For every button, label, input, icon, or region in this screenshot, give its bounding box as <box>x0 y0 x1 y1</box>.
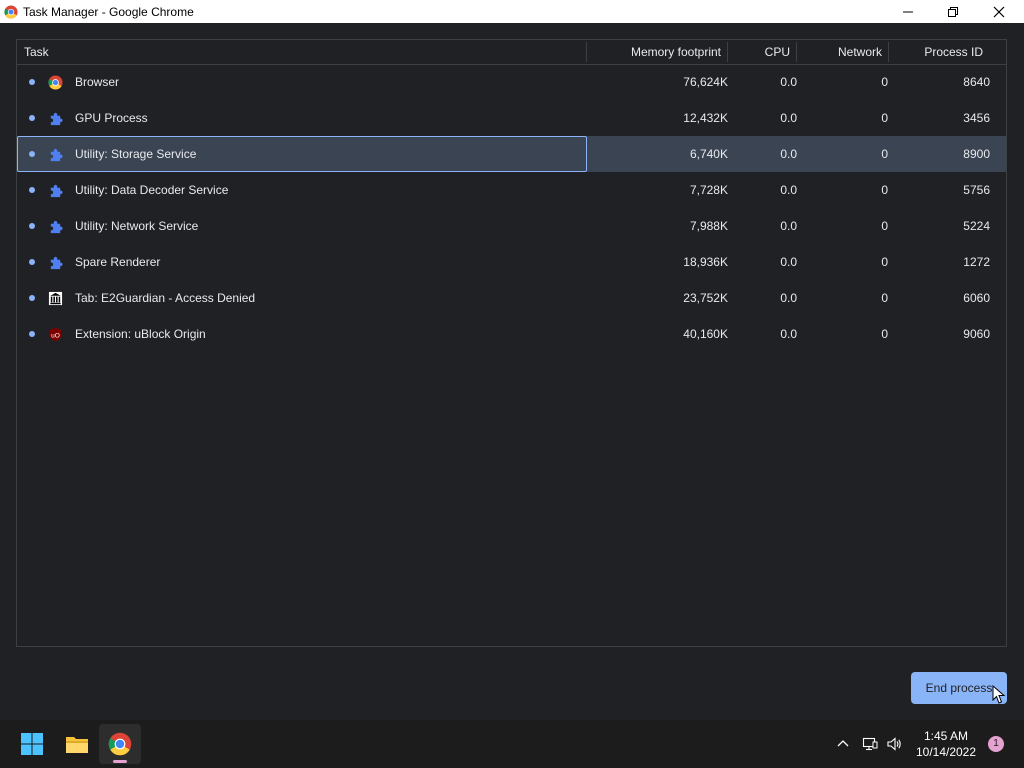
process-dot-icon <box>29 187 35 193</box>
process-dot-icon <box>29 151 35 157</box>
chevron-up-icon[interactable] <box>835 736 851 752</box>
task-name: GPU Process <box>75 111 148 125</box>
network-usage: 0 <box>881 147 888 161</box>
memory-footprint: 40,160K <box>683 327 728 341</box>
minimize-button[interactable] <box>885 0 931 23</box>
volume-icon[interactable] <box>886 736 902 752</box>
column-header-cpu[interactable]: CPU <box>728 40 790 64</box>
task-name: Extension: uBlock Origin <box>75 327 206 341</box>
restore-icon <box>948 6 958 17</box>
task-name: Utility: Data Decoder Service <box>75 183 229 197</box>
puzzle-icon <box>48 255 63 270</box>
process-id: 8900 <box>963 147 990 161</box>
chrome-icon <box>4 4 18 19</box>
cpu-usage: 0.0 <box>780 327 797 341</box>
process-id: 5756 <box>963 183 990 197</box>
building-icon <box>48 291 63 306</box>
process-id: 9060 <box>963 327 990 341</box>
task-name: Spare Renderer <box>75 255 161 269</box>
memory-footprint: 18,936K <box>683 255 728 269</box>
svg-text:uO: uO <box>51 332 60 339</box>
puzzle-icon <box>48 111 63 126</box>
memory-footprint: 7,988K <box>689 219 728 233</box>
puzzle-icon <box>48 147 63 162</box>
process-dot-icon <box>29 295 35 301</box>
table-row[interactable]: Utility: Network Service 7,988K 0.0 0 5224 <box>17 208 1006 244</box>
process-id: 6060 <box>963 291 990 305</box>
chrome-icon <box>48 75 63 90</box>
process-dot-icon <box>29 223 35 229</box>
process-dot-icon <box>29 115 35 121</box>
network-usage: 0 <box>881 255 888 269</box>
table-row[interactable]: Spare Renderer 18,936K 0.0 0 1272 <box>17 244 1006 280</box>
cpu-usage: 0.0 <box>780 255 797 269</box>
cpu-usage: 0.0 <box>780 291 797 305</box>
puzzle-icon <box>48 183 63 198</box>
table-row[interactable]: GPU Process 12,432K 0.0 0 3456 <box>17 100 1006 136</box>
puzzle-icon <box>48 219 63 234</box>
memory-footprint: 12,432K <box>683 111 728 125</box>
memory-footprint: 7,728K <box>689 183 728 197</box>
process-id: 8640 <box>963 75 990 89</box>
minimize-icon <box>903 11 913 12</box>
close-button[interactable] <box>976 0 1022 23</box>
cpu-usage: 0.0 <box>780 183 797 197</box>
task-name: Utility: Network Service <box>75 219 199 233</box>
taskbar-clock[interactable]: 1:45 AM 10/14/2022 <box>910 728 982 760</box>
process-dot-icon <box>29 331 35 337</box>
column-header-task[interactable]: Task <box>24 40 49 64</box>
process-id: 5224 <box>963 219 990 233</box>
table-row[interactable]: Browser 76,624K 0.0 0 8640 <box>17 64 1006 100</box>
task-name: Browser <box>75 75 120 89</box>
clock-time: 1:45 AM <box>923 729 969 743</box>
close-icon <box>993 6 1005 17</box>
cpu-usage: 0.0 <box>780 219 797 233</box>
table-row[interactable]: uO Extension: uBlock Origin 40,160K 0.0 0 906… <box>17 316 1006 352</box>
process-dot-icon <box>29 79 35 85</box>
active-app-indicator <box>113 760 127 763</box>
network-usage: 0 <box>881 327 888 341</box>
network-usage: 0 <box>881 291 888 305</box>
restore-button[interactable] <box>930 0 976 23</box>
table-row[interactable]: Utility: Data Decoder Service 7,728K 0.0 0 5… <box>17 172 1006 208</box>
process-id: 1272 <box>963 255 990 269</box>
cpu-usage: 0.0 <box>780 147 797 161</box>
network-usage: 0 <box>881 219 888 233</box>
process-dot-icon <box>29 259 35 265</box>
network-icon[interactable] <box>862 736 878 752</box>
network-usage: 0 <box>881 75 888 89</box>
column-header-memory[interactable]: Memory footprint <box>587 40 721 64</box>
table-header: Task Memory footprint CPU Network Proces… <box>17 40 1006 65</box>
network-usage: 0 <box>881 183 888 197</box>
memory-footprint: 76,624K <box>683 75 728 89</box>
network-usage: 0 <box>881 111 888 125</box>
task-table: Task Memory footprint CPU Network Proces… <box>16 39 1007 647</box>
memory-footprint: 23,752K <box>683 291 728 305</box>
mouse-cursor-icon <box>992 685 1006 704</box>
column-header-process-id[interactable]: Process ID <box>889 40 983 64</box>
clock-date: 10/14/2022 <box>915 745 977 759</box>
ublock-icon: uO <box>48 327 63 342</box>
windows-start-icon[interactable] <box>20 732 44 756</box>
memory-footprint: 6,740K <box>689 147 728 161</box>
process-id: 3456 <box>963 111 990 125</box>
taskbar: 1:45 AM 10/14/2022 1 <box>0 720 1024 768</box>
file-explorer-icon[interactable] <box>65 732 89 756</box>
column-header-network[interactable]: Network <box>797 40 882 64</box>
window-title: Task Manager - Google Chrome <box>23 4 194 19</box>
title-bar: Task Manager - Google Chrome <box>0 0 1024 23</box>
chrome-icon[interactable] <box>108 732 132 756</box>
cpu-usage: 0.0 <box>780 75 797 89</box>
task-name: Utility: Storage Service <box>75 147 197 161</box>
cpu-usage: 0.0 <box>780 111 797 125</box>
notification-badge[interactable]: 1 <box>988 736 1004 752</box>
task-name: Tab: E2Guardian - Access Denied <box>75 291 256 305</box>
table-row[interactable]: Utility: Storage Service 6,740K 0.0 0 8900 <box>17 136 1006 172</box>
table-row[interactable]: Tab: E2Guardian - Access Denied 23,752K 0.… <box>17 280 1006 316</box>
